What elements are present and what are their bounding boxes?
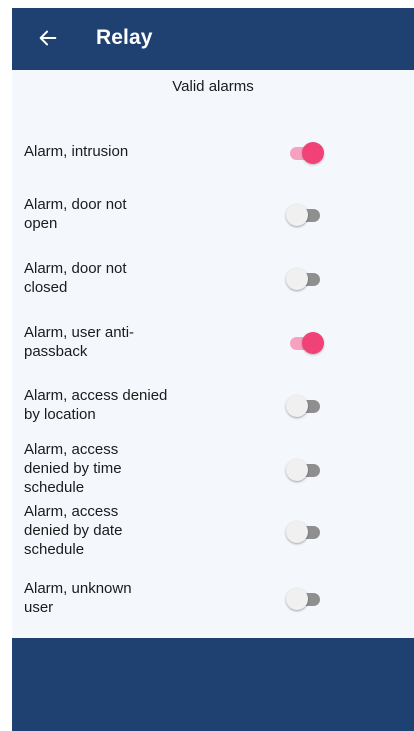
- alarm-label: Alarm, access denied by date schedule: [24, 503, 123, 558]
- alarm-denied-time-toggle[interactable]: [286, 456, 334, 482]
- toggle-thumb: [302, 142, 324, 164]
- alarm-unknown-user-toggle[interactable]: [286, 585, 334, 611]
- alarm-anti-passback-toggle[interactable]: [286, 329, 334, 355]
- bottom-bar: [12, 638, 414, 731]
- toggle-thumb: [286, 395, 308, 417]
- toggle-thumb: [286, 459, 308, 481]
- app-bar: Relay: [12, 8, 414, 70]
- alarm-label: Alarm, access denied by time schedule: [24, 441, 122, 496]
- toggle-thumb: [286, 268, 308, 290]
- toggle-thumb: [286, 204, 308, 226]
- app-screen: Relay Valid alarms Alarm, intrusion Alar…: [12, 8, 414, 731]
- page-title: Relay: [96, 26, 153, 49]
- alarm-denied-location-toggle[interactable]: [286, 392, 334, 418]
- alarm-door-not-open-toggle[interactable]: [286, 201, 334, 227]
- alarm-label: Alarm, intrusion: [24, 143, 129, 160]
- alarm-label: Alarm, access denied by location: [24, 387, 168, 423]
- back-button[interactable]: [34, 24, 62, 52]
- toggle-thumb: [286, 521, 308, 543]
- section-header: Valid alarms: [172, 78, 254, 95]
- alarm-label: Alarm, unknown user: [24, 580, 132, 616]
- toggle-thumb: [302, 332, 324, 354]
- alarm-door-not-closed-toggle[interactable]: [286, 265, 334, 291]
- alarm-label: Alarm, door not closed: [24, 260, 127, 296]
- alarm-label: Alarm, door not open: [24, 196, 127, 232]
- arrow-left-icon: [39, 30, 57, 46]
- alarm-denied-date-toggle[interactable]: [286, 518, 334, 544]
- toggle-thumb: [286, 588, 308, 610]
- alarm-label: Alarm, user anti-passback: [24, 324, 135, 360]
- alarm-intrusion-toggle[interactable]: [286, 139, 334, 165]
